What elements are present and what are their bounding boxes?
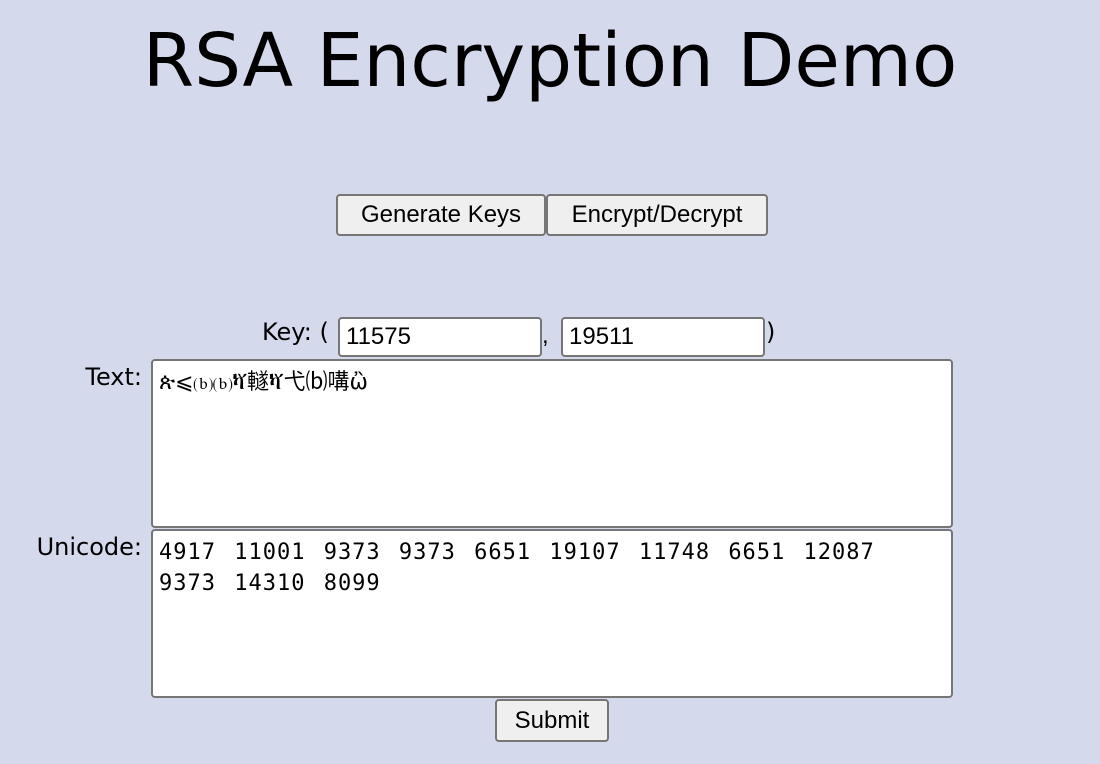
- unicode-textarea[interactable]: 4917 11001 9373 9373 6651 19107 11748 66…: [151, 529, 953, 698]
- key-exponent-input[interactable]: [338, 317, 542, 357]
- page-title: RSA Encryption Demo: [142, 18, 958, 104]
- key-modulus-input[interactable]: [561, 317, 765, 357]
- text-label: Text:: [85, 363, 142, 391]
- key-close-paren: ): [766, 318, 776, 346]
- text-textarea[interactable]: ጵ⩽⒝⒝ⷋ䡵ⷋ弋⒝㗕ὢ: [151, 359, 953, 528]
- key-separator: ,: [542, 322, 549, 349]
- submit-button[interactable]: Submit: [495, 699, 609, 742]
- encrypt-decrypt-button[interactable]: Encrypt/Decrypt: [546, 194, 768, 236]
- key-label: Key: (: [262, 318, 329, 346]
- generate-keys-button[interactable]: Generate Keys: [336, 194, 546, 236]
- unicode-label: Unicode:: [36, 533, 142, 561]
